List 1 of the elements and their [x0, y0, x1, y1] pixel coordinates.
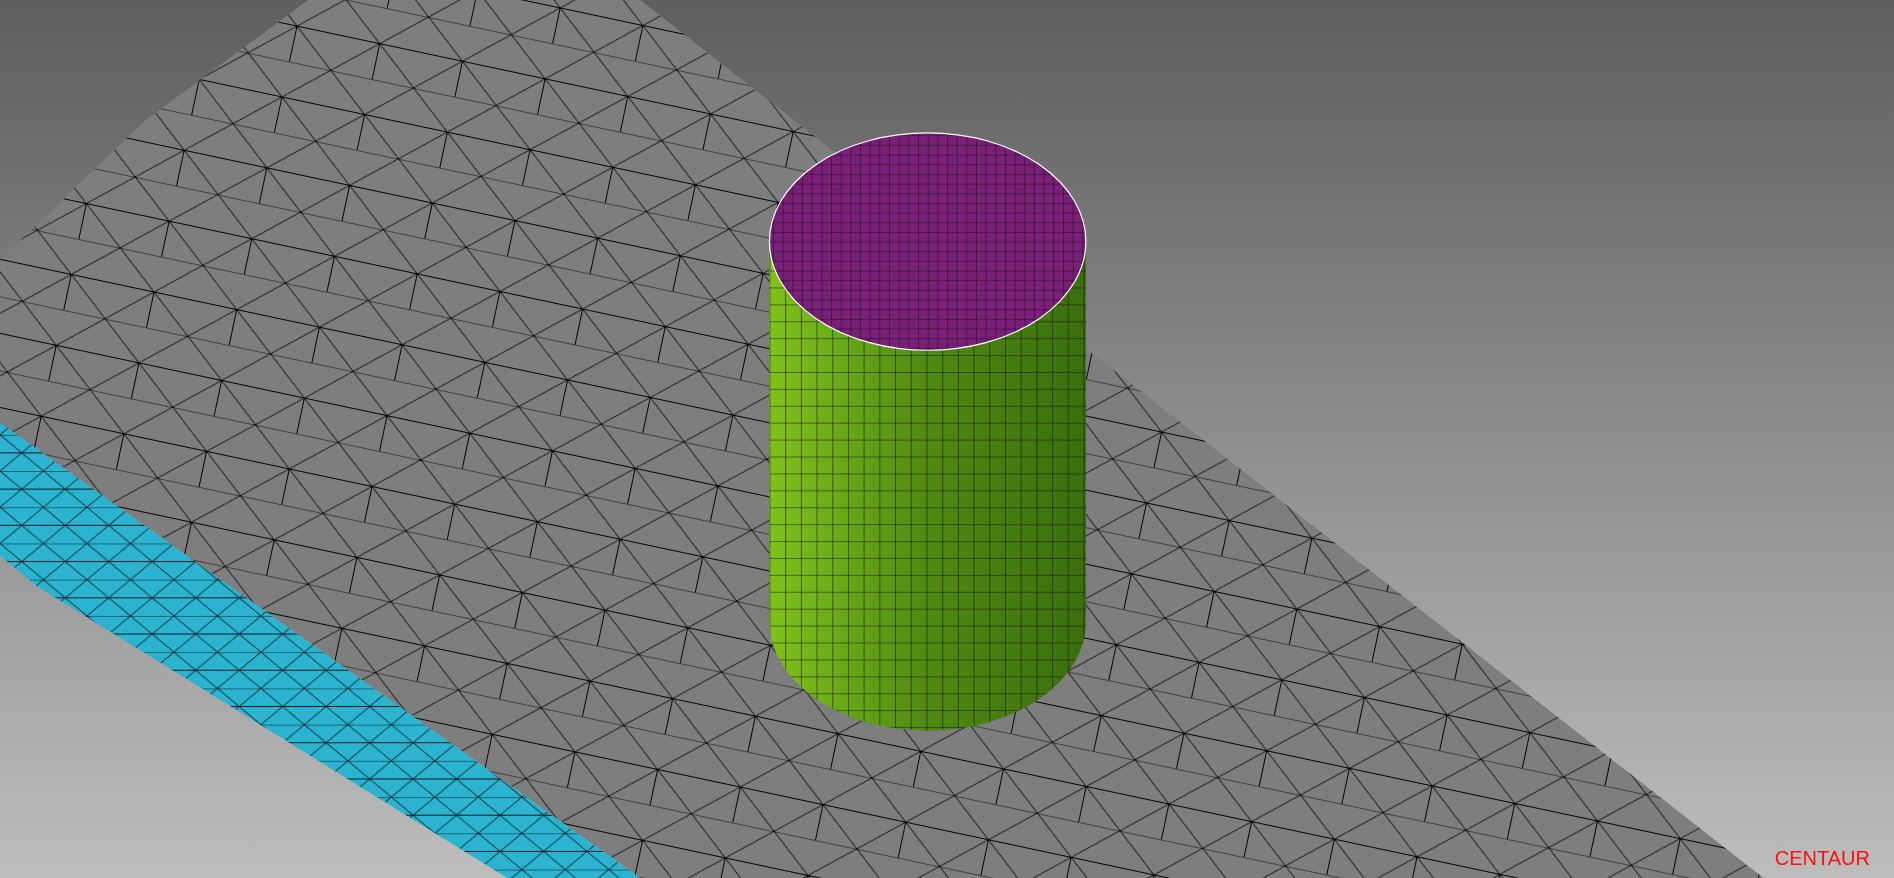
software-label: CENTAUR — [1774, 847, 1870, 870]
